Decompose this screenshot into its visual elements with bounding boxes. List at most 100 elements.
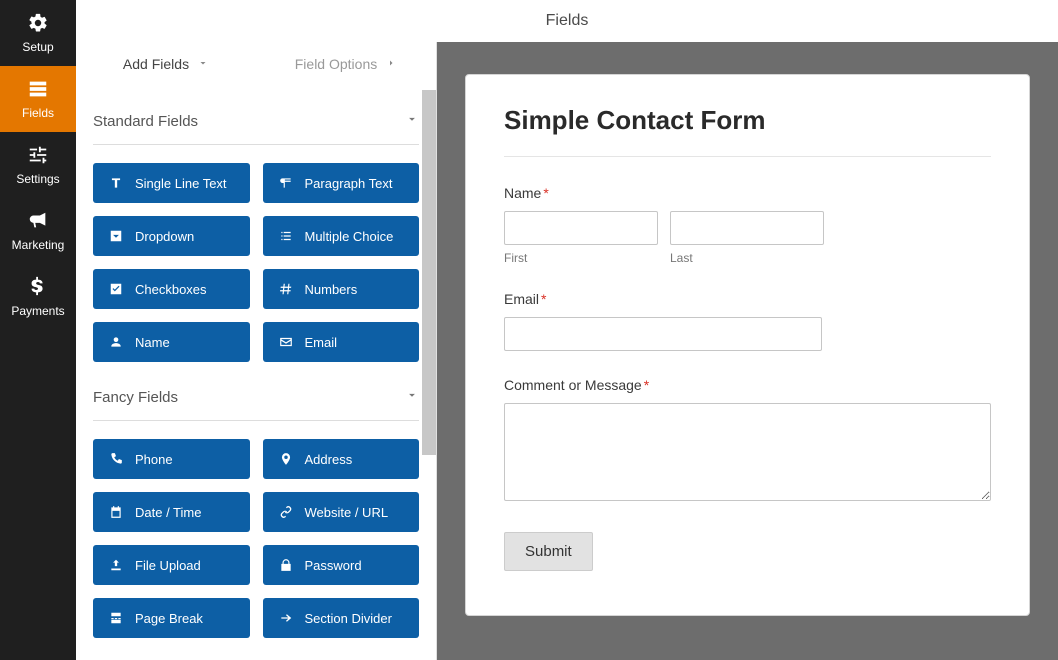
list-icon xyxy=(0,76,76,102)
lock-icon xyxy=(279,558,293,572)
section-standard-fields[interactable]: Standard Fields xyxy=(93,86,419,145)
required-mark: * xyxy=(543,185,548,201)
field-label: Comment or Message* xyxy=(504,377,991,393)
field-file-upload[interactable]: File Upload xyxy=(93,545,250,585)
field-label: Checkboxes xyxy=(135,282,207,297)
field-label: Phone xyxy=(135,452,173,467)
field-label: Name* xyxy=(504,185,991,201)
form-preview: Simple Contact Form Name* First Last xyxy=(465,74,1030,616)
upload-icon xyxy=(109,558,123,572)
panel-scrollbar[interactable] xyxy=(422,90,436,455)
section-title: Standard Fields xyxy=(93,113,198,130)
page-title: Fields xyxy=(546,12,589,30)
field-label: Website / URL xyxy=(305,505,389,520)
form-canvas: Simple Contact Form Name* First Last xyxy=(437,42,1058,660)
builder-panel: Add Fields Field Options Standard Fields xyxy=(76,42,437,660)
field-phone[interactable]: Phone xyxy=(93,439,250,479)
field-label: File Upload xyxy=(135,558,201,573)
check-square-icon xyxy=(109,282,123,296)
nav-marketing[interactable]: Marketing xyxy=(0,198,76,264)
nav-label: Marketing xyxy=(0,238,76,252)
field-label: Multiple Choice xyxy=(305,229,394,244)
submit-button[interactable]: Submit xyxy=(504,532,593,571)
email-input[interactable] xyxy=(504,317,822,351)
dollar-icon xyxy=(0,274,76,300)
field-name[interactable]: Name xyxy=(93,322,250,362)
nav-label: Settings xyxy=(0,172,76,186)
field-section-divider[interactable]: Section Divider xyxy=(263,598,420,638)
field-paragraph-text[interactable]: Paragraph Text xyxy=(263,163,420,203)
page-header: Fields xyxy=(76,0,1058,42)
gear-icon xyxy=(0,10,76,36)
user-icon xyxy=(109,335,123,349)
field-label-text: Name xyxy=(504,185,541,201)
tab-add-fields[interactable]: Add Fields xyxy=(76,42,256,86)
phone-icon xyxy=(109,452,123,466)
first-name-input[interactable] xyxy=(504,211,658,245)
nav-fields[interactable]: Fields xyxy=(0,66,76,132)
last-name-input[interactable] xyxy=(670,211,824,245)
chevron-right-icon xyxy=(385,56,397,72)
form-field-name[interactable]: Name* First Last xyxy=(504,185,991,265)
nav-label: Payments xyxy=(0,304,76,318)
field-checkboxes[interactable]: Checkboxes xyxy=(93,269,250,309)
field-label: Page Break xyxy=(135,611,203,626)
field-address[interactable]: Address xyxy=(263,439,420,479)
chevron-square-icon xyxy=(109,229,123,243)
field-label: Name xyxy=(135,335,170,350)
form-field-email[interactable]: Email* xyxy=(504,291,991,351)
nav-settings[interactable]: Settings xyxy=(0,132,76,198)
field-dropdown[interactable]: Dropdown xyxy=(93,216,250,256)
map-pin-icon xyxy=(279,452,293,466)
field-label: Numbers xyxy=(305,282,358,297)
field-label-text: Email xyxy=(504,291,539,307)
form-field-comment[interactable]: Comment or Message* xyxy=(504,377,991,506)
field-label-text: Comment or Message xyxy=(504,377,642,393)
first-name-sublabel: First xyxy=(504,251,658,265)
tab-label: Add Fields xyxy=(123,56,189,72)
panel-tabs: Add Fields Field Options xyxy=(76,42,436,86)
nav-setup[interactable]: Setup xyxy=(0,0,76,66)
field-page-break[interactable]: Page Break xyxy=(93,598,250,638)
page-break-icon xyxy=(109,611,123,625)
link-icon xyxy=(279,505,293,519)
chevron-down-icon xyxy=(197,56,209,72)
section-title: Fancy Fields xyxy=(93,389,178,406)
tab-label: Field Options xyxy=(295,56,377,72)
calendar-icon xyxy=(109,505,123,519)
field-numbers[interactable]: Numbers xyxy=(263,269,420,309)
sliders-icon xyxy=(0,142,76,168)
divider xyxy=(504,156,991,157)
tab-field-options[interactable]: Field Options xyxy=(256,42,436,86)
section-fancy-fields[interactable]: Fancy Fields xyxy=(93,362,419,421)
nav-label: Fields xyxy=(0,106,76,120)
arrow-right-icon xyxy=(279,611,293,625)
comment-textarea[interactable] xyxy=(504,403,991,501)
required-mark: * xyxy=(541,291,546,307)
field-label: Date / Time xyxy=(135,505,201,520)
hash-icon xyxy=(279,282,293,296)
field-label: Paragraph Text xyxy=(305,176,393,191)
bullhorn-icon xyxy=(0,208,76,234)
form-title: Simple Contact Form xyxy=(504,105,991,136)
list-ul-icon xyxy=(279,229,293,243)
field-multiple-choice[interactable]: Multiple Choice xyxy=(263,216,420,256)
field-label: Section Divider xyxy=(305,611,392,626)
field-label: Single Line Text xyxy=(135,176,227,191)
field-label: Address xyxy=(305,452,353,467)
field-email[interactable]: Email xyxy=(263,322,420,362)
field-label: Email* xyxy=(504,291,991,307)
field-password[interactable]: Password xyxy=(263,545,420,585)
field-single-line-text[interactable]: Single Line Text xyxy=(93,163,250,203)
paragraph-icon xyxy=(279,176,293,190)
chevron-down-icon xyxy=(405,388,419,406)
field-label: Password xyxy=(305,558,362,573)
field-label: Dropdown xyxy=(135,229,194,244)
nav-label: Setup xyxy=(0,40,76,54)
field-url[interactable]: Website / URL xyxy=(263,492,420,532)
sidebar-nav: Setup Fields Settings Marketing Payments xyxy=(0,0,76,660)
field-datetime[interactable]: Date / Time xyxy=(93,492,250,532)
envelope-icon xyxy=(279,335,293,349)
chevron-down-icon xyxy=(405,112,419,130)
nav-payments[interactable]: Payments xyxy=(0,264,76,330)
